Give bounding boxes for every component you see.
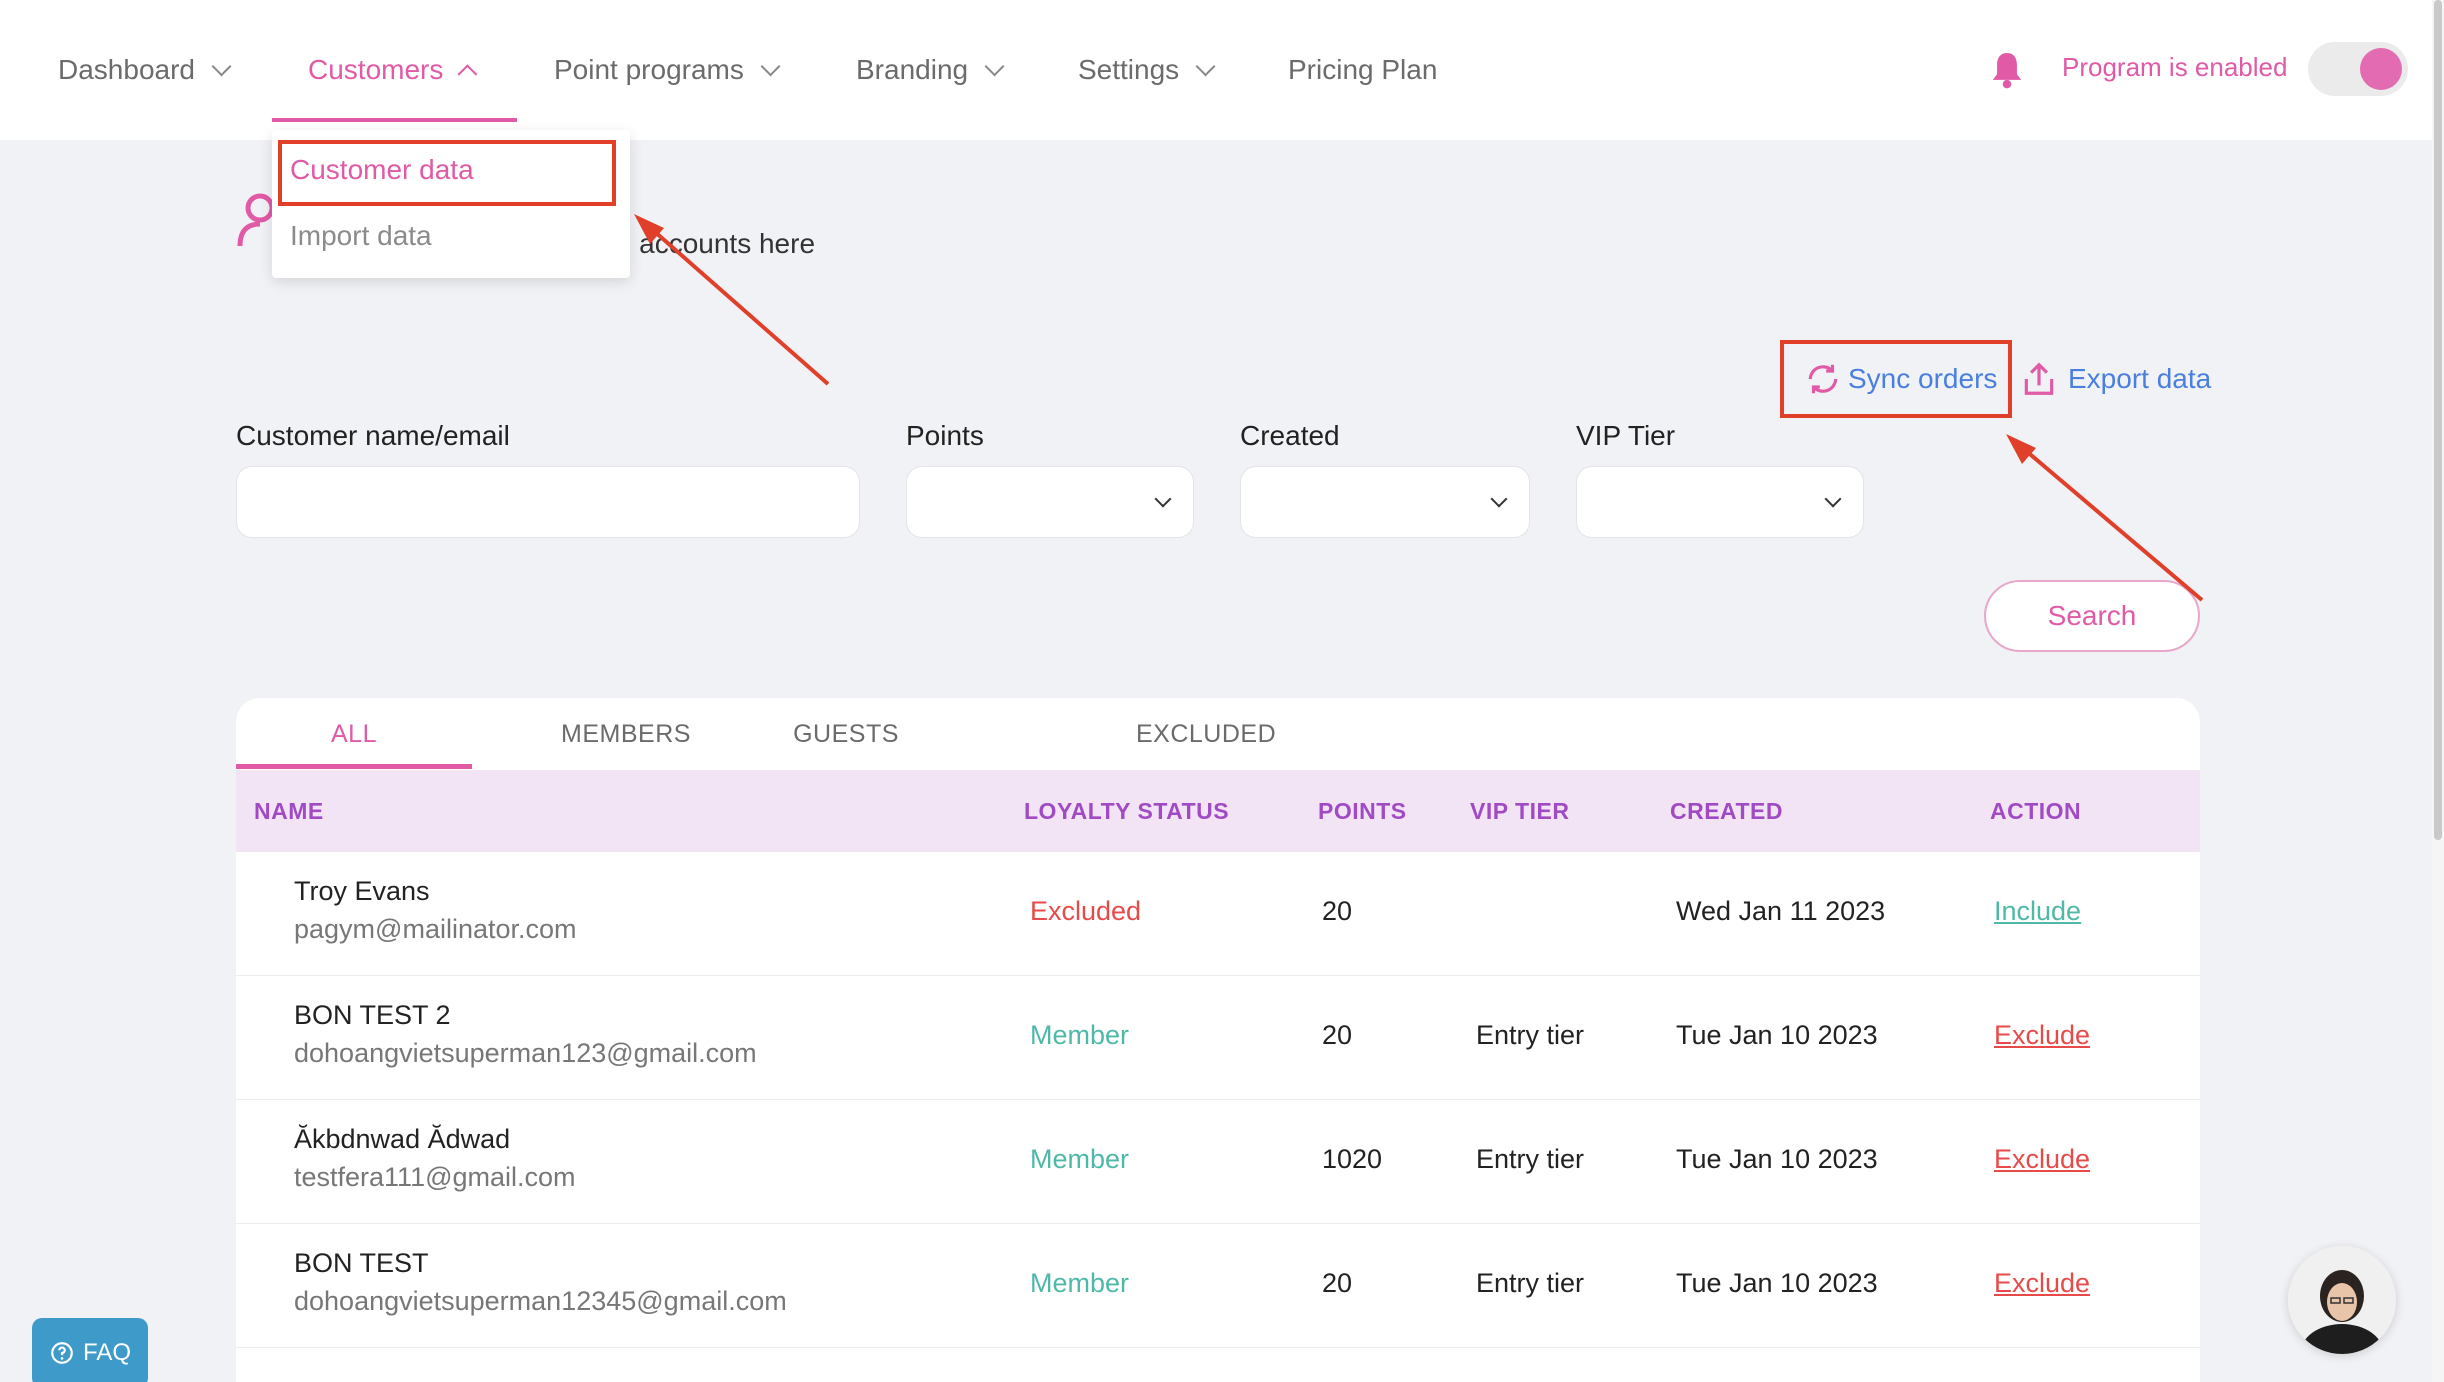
filter-label-created: Created: [1240, 420, 1340, 451]
nav-settings[interactable]: Settings: [1078, 0, 1216, 140]
nav-point-programs-label: Point programs: [554, 54, 744, 85]
created-select[interactable]: [1240, 466, 1530, 538]
nav-pricing-plan-label: Pricing Plan: [1288, 54, 1438, 85]
vip-tier-select[interactable]: [1576, 466, 1864, 538]
page-scrollbar[interactable]: [2432, 0, 2444, 1382]
customers-table-card: ALL MEMBERS GUESTS EXCLUDED NAME LOYALTY…: [236, 698, 2200, 1382]
nav-point-programs[interactable]: Point programs: [554, 0, 781, 140]
points-select[interactable]: [906, 466, 1194, 538]
exclude-link[interactable]: Exclude: [1994, 1144, 2090, 1175]
toggle-knob: [2360, 48, 2402, 90]
col-created: CREATED: [1670, 798, 1783, 824]
include-link[interactable]: Include: [1994, 896, 2081, 927]
created-date: Tue Jan 10 2023: [1676, 1268, 1878, 1298]
customer-email: pagym@mailinator.com: [294, 914, 577, 944]
filter-label-vip-tier: VIP Tier: [1576, 420, 1676, 451]
arrow-head-icon: [2006, 434, 2036, 464]
page-description: s' accounts here: [612, 228, 816, 259]
exclude-link[interactable]: Exclude: [1994, 1020, 2090, 1051]
col-points: POINTS: [1318, 798, 1407, 824]
nav-customers-label: Customers: [308, 54, 444, 85]
vip-tier-value: Entry tier: [1476, 1268, 1585, 1298]
customer-email: dohoangvietsuperman12345@gmail.com: [294, 1286, 787, 1316]
points-value: 1020: [1322, 1144, 1383, 1174]
bell-icon[interactable]: [1990, 50, 2024, 90]
tab-excluded[interactable]: EXCLUDED: [1136, 698, 1316, 770]
tab-members[interactable]: MEMBERS: [526, 698, 726, 770]
table-row: Troy Evans pagym@mailinator.com Excluded…: [236, 852, 2200, 976]
customer-email: dohoangvietsuperman123@gmail.com: [294, 1038, 757, 1068]
loyalty-status: Member: [1030, 1268, 1130, 1298]
table-row: Ăkbdnwad Ădwad testfera111@gmail.com Mem…: [236, 1100, 2200, 1224]
menu-item-import-data[interactable]: Import data: [290, 220, 432, 252]
program-toggle[interactable]: [2308, 42, 2408, 96]
help-icon: [51, 1342, 73, 1364]
points-value: 20: [1322, 1268, 1353, 1298]
customer-name: Troy Evans: [294, 876, 430, 906]
filter-label-points: Points: [906, 420, 984, 451]
tab-all[interactable]: ALL: [236, 698, 472, 770]
col-loyalty-status: LOYALTY STATUS: [1024, 798, 1230, 824]
annotation-box-customer-data: [278, 140, 616, 206]
chevron-up-icon: [457, 64, 478, 85]
nav-settings-label: Settings: [1078, 54, 1180, 85]
search-button[interactable]: Search: [1984, 580, 2200, 652]
active-nav-underline: [272, 118, 517, 122]
chevron-down-icon: [1154, 490, 1172, 508]
active-tab-underline: [236, 764, 472, 769]
support-chat-avatar[interactable]: [2288, 1246, 2396, 1354]
nav-branding[interactable]: Branding: [856, 0, 1005, 140]
tab-guests[interactable]: GUESTS: [766, 698, 926, 770]
customer-name: BON TEST: [294, 1248, 429, 1278]
upload-icon: [2024, 362, 2054, 395]
top-navigation: Dashboard Customers Point programs Brand…: [0, 0, 2444, 140]
program-status-label: Program is enabled: [2062, 52, 2288, 82]
scrollbar-thumb[interactable]: [2434, 0, 2442, 840]
created-date: Tue Jan 10 2023: [1676, 1144, 1878, 1174]
customer-search-input[interactable]: [236, 466, 860, 538]
chevron-down-icon: [211, 56, 232, 77]
user-icon: [237, 193, 275, 247]
table-row: BON TEST 2 dohoangvietsuperman123@gmail.…: [236, 976, 2200, 1100]
annotation-arrow-sync-orders: [2016, 442, 2204, 602]
customer-email: testfera111@gmail.com: [294, 1162, 576, 1192]
chevron-down-icon: [1824, 490, 1842, 508]
chevron-down-icon: [1195, 56, 1216, 77]
col-action: ACTION: [1990, 798, 2082, 824]
loyalty-status: Member: [1030, 1144, 1130, 1174]
nav-pricing-plan[interactable]: Pricing Plan: [1288, 0, 1437, 140]
annotation-box-sync-orders: [1780, 340, 2012, 418]
col-vip-tier: VIP TIER: [1470, 798, 1570, 824]
support-agent-avatar-image: [2288, 1246, 2396, 1354]
table-header: NAME LOYALTY STATUS POINTS VIP TIER CREA…: [236, 770, 2200, 852]
faq-label: FAQ: [82, 1339, 131, 1366]
table-row: BON TEST dohoangvietsuperman12345@gmail.…: [236, 1224, 2200, 1348]
vip-tier-value: Entry tier: [1476, 1144, 1585, 1174]
chevron-down-icon: [984, 56, 1005, 77]
created-date: Tue Jan 10 2023: [1676, 1020, 1878, 1050]
points-value: 20: [1322, 896, 1353, 926]
export-data-button[interactable]: Export data: [2020, 360, 2211, 398]
created-date: Wed Jan 11 2023: [1676, 896, 1886, 926]
loyalty-status: Excluded: [1030, 896, 1142, 926]
customer-name: BON TEST 2: [294, 1000, 451, 1030]
chevron-down-icon: [1490, 490, 1508, 508]
nav-dashboard[interactable]: Dashboard: [58, 0, 232, 140]
chevron-down-icon: [760, 56, 781, 77]
nav-branding-label: Branding: [856, 54, 969, 85]
points-value: 20: [1322, 1020, 1353, 1050]
filter-label-name: Customer name/email: [236, 420, 510, 451]
exclude-link[interactable]: Exclude: [1994, 1268, 2090, 1299]
export-data-label: Export data: [2068, 363, 2212, 394]
loyalty-status: Member: [1030, 1020, 1130, 1050]
customer-name: Ăkbdnwad Ădwad: [294, 1124, 511, 1154]
faq-button[interactable]: FAQ: [32, 1318, 148, 1382]
col-name: NAME: [254, 798, 324, 824]
nav-dashboard-label: Dashboard: [58, 54, 195, 85]
vip-tier-value: Entry tier: [1476, 1020, 1585, 1050]
